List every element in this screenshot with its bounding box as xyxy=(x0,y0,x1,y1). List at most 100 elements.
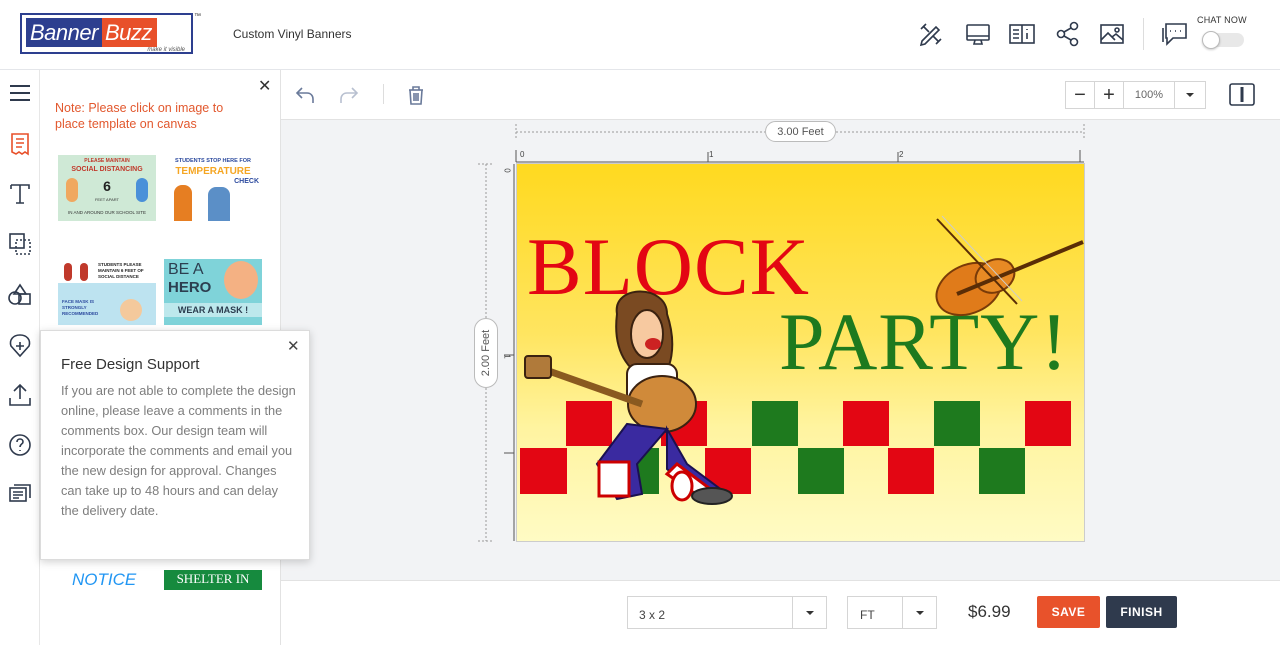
template-line: FEET APART xyxy=(94,197,119,202)
height-dimension-label: 2.00 Feet xyxy=(474,318,498,388)
template-line: NOTICE xyxy=(72,570,137,589)
finish-button[interactable]: FINISH xyxy=(1106,596,1177,628)
checker-square xyxy=(1025,401,1071,446)
template-line: BE A xyxy=(168,261,204,278)
checker-square xyxy=(752,401,798,446)
redo-icon[interactable] xyxy=(338,84,360,106)
template-thumbnail-social-distancing[interactable]: PLEASE MAINTAIN SOCIAL DISTANCING 6 FEET… xyxy=(58,155,156,221)
template-line: WEAR A MASK ! xyxy=(164,303,262,317)
share-icon[interactable] xyxy=(1054,20,1082,48)
logo-tagline: make it visible xyxy=(147,47,185,53)
height-dimension-text: 2.00 Feet xyxy=(480,329,492,377)
width-dimension-label: 3.00 Feet xyxy=(765,121,836,142)
person-figure xyxy=(174,185,192,221)
menu-icon[interactable] xyxy=(7,80,33,106)
checker-square xyxy=(566,401,612,446)
background-icon[interactable] xyxy=(7,231,33,257)
upload-icon[interactable] xyxy=(7,382,33,408)
chevron-down-icon xyxy=(915,610,924,615)
zoom-dropdown[interactable] xyxy=(1175,82,1204,108)
banner-title-party: PARTY! xyxy=(779,296,1069,387)
person-figure xyxy=(208,187,230,221)
panel-close-icon[interactable]: ✕ xyxy=(258,76,271,96)
template-line: CHECK xyxy=(234,178,259,185)
template-thumbnail-be-a-hero[interactable]: BE A HERO WEAR A MASK ! xyxy=(164,259,262,325)
split-view-icon[interactable] xyxy=(1228,82,1256,107)
chat-now-label: CHAT NOW xyxy=(1197,15,1247,25)
help-icon[interactable] xyxy=(7,432,33,458)
template-note: Note: Please click on image to place tem… xyxy=(55,101,224,131)
checker-square xyxy=(520,448,567,494)
bottom-bar: 3 x 2 FT $6.99 SAVE FINISH xyxy=(281,580,1280,645)
checker-square xyxy=(934,401,980,446)
editor-toolbar: − + 100% xyxy=(281,70,1280,120)
unit-select[interactable]: FT xyxy=(847,596,937,629)
header-divider xyxy=(1143,18,1144,50)
template-line: HERO xyxy=(168,279,212,296)
product-name: Custom Vinyl Banners xyxy=(233,27,352,41)
banner-size-select[interactable]: 3 x 2 xyxy=(627,596,827,629)
banner-artwork[interactable]: BLOCK PARTY! xyxy=(517,164,1085,542)
design-canvas[interactable]: BLOCK PARTY! xyxy=(516,163,1085,542)
template-line: STUDENTS PLEASE MAINTAIN 6 FEET OF SOCIA… xyxy=(98,262,144,279)
ruler-left-label: 1 xyxy=(502,354,512,359)
template-line: STUDENTS STOP HERE FOR xyxy=(175,158,251,164)
masked-face xyxy=(120,299,142,321)
template-line: PLEASE MAINTAIN xyxy=(84,158,130,164)
template-thumbnail-temperature-check[interactable]: STUDENTS STOP HERE FOR TEMPERATURE CHECK xyxy=(164,155,262,221)
clipart-icon[interactable] xyxy=(7,332,33,358)
size-dropdown[interactable] xyxy=(792,597,826,628)
image-icon[interactable] xyxy=(1098,20,1126,48)
delete-icon[interactable] xyxy=(405,84,427,106)
unit-dropdown[interactable] xyxy=(902,597,936,628)
support-body: If you are not able to complete the desi… xyxy=(61,383,296,518)
comments-icon[interactable] xyxy=(7,482,33,508)
ruler-top-label: 0 xyxy=(520,150,525,159)
masked-face xyxy=(224,261,258,299)
template-line: TEMPERATURE xyxy=(175,166,251,177)
toggle-knob xyxy=(1202,31,1220,49)
checker-square xyxy=(888,448,934,494)
chat-toggle[interactable] xyxy=(1202,31,1244,49)
template-icon[interactable] xyxy=(7,131,33,157)
banner-title-block: BLOCK xyxy=(527,221,810,312)
person-figure xyxy=(80,263,88,281)
zoom-out-button[interactable]: − xyxy=(1066,82,1095,108)
person-figure xyxy=(64,263,72,281)
save-button[interactable]: SAVE xyxy=(1037,596,1100,628)
template-line: SOCIAL DISTANCING xyxy=(71,166,143,173)
undo-icon[interactable] xyxy=(294,84,316,106)
checker-square xyxy=(843,401,889,446)
template-thumbnail-shelter-in-place[interactable]: SHELTER IN xyxy=(164,570,262,590)
checker-square xyxy=(798,448,844,494)
template-thumbnail-notice[interactable]: NOTICE xyxy=(58,570,156,636)
design-tools-icon[interactable] xyxy=(917,20,945,48)
chevron-down-icon xyxy=(805,610,814,615)
text-icon[interactable] xyxy=(7,181,33,207)
support-close-icon[interactable]: ✕ xyxy=(287,337,300,355)
logo-trademark: ™ xyxy=(194,13,201,20)
price: $6.99 xyxy=(968,602,1011,621)
zoom-in-button[interactable]: + xyxy=(1095,82,1124,108)
template-thumbnail-social-distance-mask[interactable]: STUDENTS PLEASE MAINTAIN 6 FEET OF SOCIA… xyxy=(58,259,156,325)
logo-text-buzz: Buzz xyxy=(101,18,157,47)
zoom-value[interactable]: 100% xyxy=(1124,82,1175,108)
chat-icon[interactable] xyxy=(1160,18,1192,50)
template-line: SHELTER IN xyxy=(176,571,250,586)
banner-size-value: 3 x 2 xyxy=(639,608,666,622)
zoom-control: − + 100% xyxy=(1065,81,1206,109)
tool-rail xyxy=(0,70,40,645)
ruler-top-label: 2 xyxy=(899,150,904,159)
ruler-left-label: 0 xyxy=(502,168,512,173)
shapes-icon[interactable] xyxy=(7,282,33,308)
bannerbuzz-logo[interactable]: Banner Buzz make it visible xyxy=(20,13,193,54)
header: Banner Buzz make it visible ™ Custom Vin… xyxy=(0,0,1280,70)
template-line: IN AND AROUND OUR SCHOOL SITE xyxy=(67,210,147,215)
logo-text-banner: Banner xyxy=(26,18,102,47)
support-title: Free Design Support xyxy=(61,356,200,373)
toolbar-divider xyxy=(383,84,384,104)
template-line: FACE MASK IS STRONGLY RECOMMENDED xyxy=(62,299,99,316)
unit-value: FT xyxy=(860,608,875,622)
product-details-icon[interactable] xyxy=(1008,20,1036,48)
preview-desktop-icon[interactable] xyxy=(964,20,992,48)
